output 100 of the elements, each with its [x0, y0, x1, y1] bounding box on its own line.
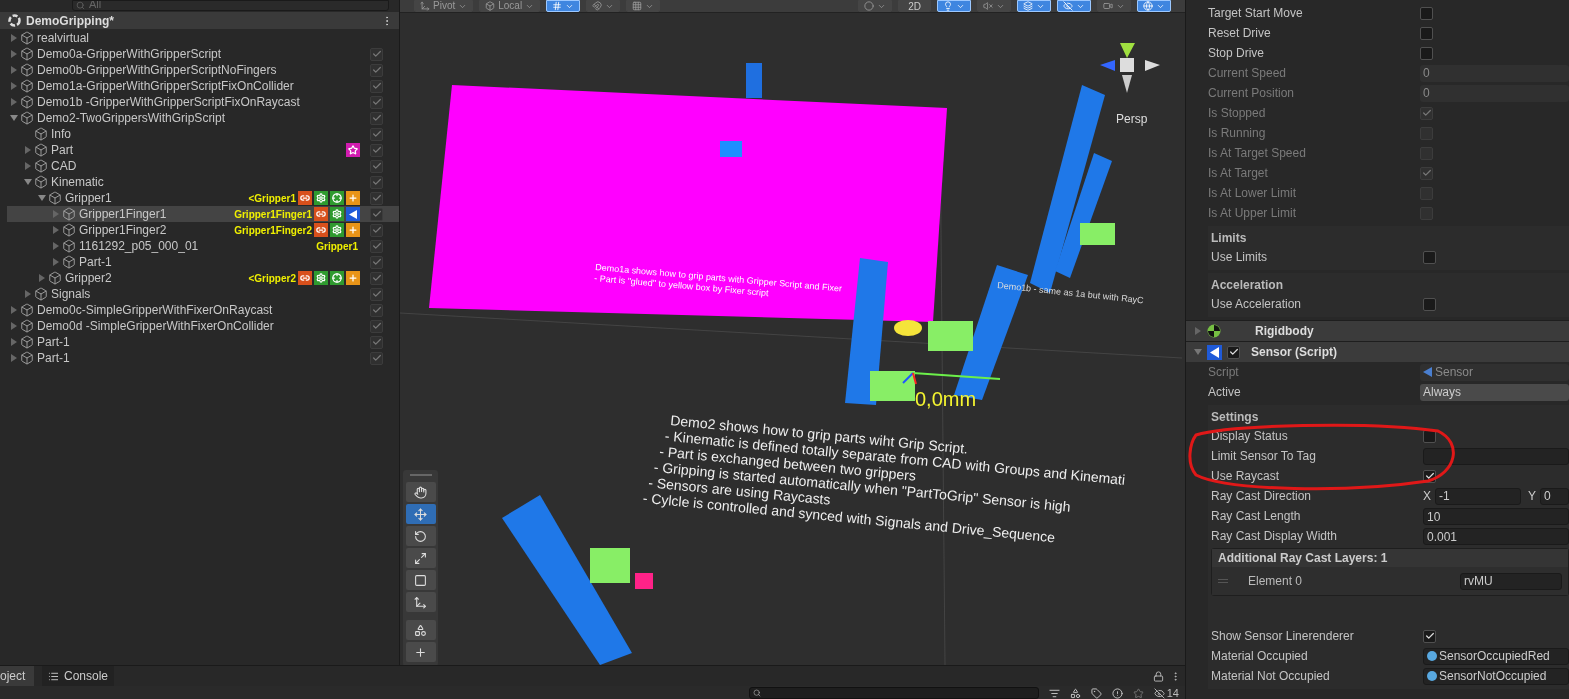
collapsed-arrow-icon[interactable]: [9, 82, 18, 90]
hierarchy-item[interactable]: Gripper1Finger2 Gripper1Finger2: [7, 222, 399, 238]
expanded-arrow-icon[interactable]: [9, 114, 18, 122]
value-field[interactable]: 0.001: [1423, 527, 1569, 545]
hierarchy-item[interactable]: Demo0b-GripperWithGripperScriptNoFingers: [7, 62, 399, 78]
tool-button[interactable]: [405, 548, 436, 568]
hierarchy-item[interactable]: Part: [7, 142, 399, 158]
panel-tab[interactable]: oject: [0, 666, 34, 686]
collapsed-arrow-icon[interactable]: [37, 274, 46, 282]
dropdown-field[interactable]: Always: [1420, 383, 1569, 401]
hierarchy-item[interactable]: Gripper1 <Gripper1: [7, 190, 399, 206]
axis-field[interactable]: 0: [1540, 487, 1569, 505]
hierarchy-item[interactable]: Part-1: [7, 334, 399, 350]
checkbox[interactable]: [1423, 250, 1436, 264]
toolbar-toggle[interactable]: [626, 0, 661, 12]
hierarchy-item[interactable]: Gripper1Finger1 Gripper1Finger1: [7, 206, 399, 222]
project-search-field[interactable]: [748, 687, 1039, 699]
active-checkbox[interactable]: [370, 111, 383, 125]
collapsed-arrow-icon[interactable]: [1194, 327, 1202, 335]
expanded-arrow-icon[interactable]: [1194, 348, 1202, 356]
collapsed-arrow-icon[interactable]: [9, 306, 18, 314]
tool-button[interactable]: [405, 570, 436, 590]
collapsed-arrow-icon[interactable]: [9, 98, 18, 106]
hierarchy-item[interactable]: Kinematic: [7, 174, 399, 190]
active-checkbox[interactable]: [370, 335, 383, 349]
active-checkbox[interactable]: [370, 95, 383, 109]
component-checkbox[interactable]: [1227, 345, 1240, 359]
checkbox[interactable]: [1423, 297, 1436, 311]
hierarchy-item[interactable]: realvirtual: [7, 30, 399, 46]
toolbar-toggle[interactable]: [1097, 0, 1131, 12]
collapsed-arrow-icon[interactable]: [51, 210, 60, 218]
favorite-icon[interactable]: [1132, 687, 1144, 699]
active-checkbox[interactable]: [370, 303, 383, 317]
toolbar-dropdown[interactable]: Pivot: [414, 0, 474, 12]
active-checkbox[interactable]: [370, 143, 383, 157]
2d-toggle[interactable]: 2D: [898, 0, 931, 12]
toolbar-dropdown[interactable]: Local: [479, 0, 541, 12]
active-checkbox[interactable]: [370, 239, 383, 253]
hierarchy-item[interactable]: Part-1: [7, 254, 399, 270]
checkbox[interactable]: [1420, 6, 1433, 20]
drag-handle-icon[interactable]: [1218, 579, 1228, 583]
alert-icon[interactable]: [1111, 687, 1123, 699]
active-checkbox[interactable]: [370, 159, 383, 173]
toolbar-toggle[interactable]: [858, 0, 893, 12]
checkbox[interactable]: [1420, 26, 1433, 40]
hierarchy-item[interactable]: Demo0a-GripperWithGripperScript: [7, 46, 399, 62]
expanded-arrow-icon[interactable]: [23, 178, 32, 186]
collapsed-arrow-icon[interactable]: [23, 146, 32, 154]
active-checkbox[interactable]: [370, 79, 383, 93]
collapsed-arrow-icon[interactable]: [51, 242, 60, 250]
filter-icon[interactable]: [1048, 687, 1060, 699]
collapsed-arrow-icon[interactable]: [9, 354, 18, 362]
active-checkbox[interactable]: [370, 319, 383, 333]
active-checkbox[interactable]: [370, 207, 383, 221]
hierarchy-item[interactable]: Info: [7, 126, 399, 142]
hierarchy-item[interactable]: CAD: [7, 158, 399, 174]
axis-field[interactable]: -1: [1435, 487, 1521, 505]
checkbox[interactable]: [1420, 46, 1433, 60]
collapsed-arrow-icon[interactable]: [9, 338, 18, 346]
collapsed-arrow-icon[interactable]: [9, 50, 18, 58]
lock-icon[interactable]: [1153, 670, 1164, 682]
component-header[interactable]: Sensor (Script): [1186, 341, 1569, 362]
tool-button[interactable]: [405, 482, 436, 502]
scene-header[interactable]: DemoGripping*: [0, 12, 399, 29]
active-checkbox[interactable]: [370, 47, 383, 61]
active-checkbox[interactable]: [370, 351, 383, 365]
active-checkbox[interactable]: [370, 223, 383, 237]
tool-button[interactable]: [405, 620, 436, 640]
tool-button[interactable]: [405, 592, 436, 612]
hierarchy-item[interactable]: Demo1a-GripperWithGripperScriptFixOnCollider: [7, 78, 399, 94]
expanded-arrow-icon[interactable]: [37, 194, 46, 202]
layer-field[interactable]: rvMU: [1460, 572, 1562, 590]
active-checkbox[interactable]: [370, 255, 383, 269]
tool-button[interactable]: [405, 504, 436, 524]
toolbar-toggle[interactable]: [586, 0, 621, 12]
value-field[interactable]: [1423, 447, 1569, 465]
hidden-count[interactable]: 14: [1153, 684, 1179, 699]
hierarchy-item[interactable]: Demo2-TwoGrippersWithGripScript: [7, 110, 399, 126]
hierarchy-item[interactable]: Gripper2 <Gripper2: [7, 270, 399, 286]
collapsed-arrow-icon[interactable]: [9, 322, 18, 330]
collapsed-arrow-icon[interactable]: [23, 162, 32, 170]
active-checkbox[interactable]: [370, 63, 383, 77]
panel-tab[interactable]: Console: [42, 666, 115, 686]
tool-button[interactable]: [405, 526, 436, 546]
label-icon[interactable]: [1090, 687, 1102, 699]
active-checkbox[interactable]: [370, 271, 383, 285]
hierarchy-item[interactable]: Demo0c-SimpleGripperWithFixerOnRaycast: [7, 302, 399, 318]
collapsed-arrow-icon[interactable]: [51, 226, 60, 234]
component-header[interactable]: Rigidbody: [1186, 320, 1569, 341]
hierarchy-item[interactable]: Part-1: [7, 350, 399, 366]
hierarchy-item[interactable]: Demo1b -GripperWithGripperScriptFixOnRaycast: [7, 94, 399, 110]
shapes-icon[interactable]: [1069, 687, 1081, 699]
value-field[interactable]: 10: [1423, 507, 1569, 525]
collapsed-arrow-icon[interactable]: [23, 290, 32, 298]
collapsed-arrow-icon[interactable]: [51, 258, 60, 266]
object-field[interactable]: SensorNotOccupied: [1423, 667, 1569, 685]
object-field[interactable]: SensorOccupiedRed: [1423, 647, 1569, 665]
active-checkbox[interactable]: [370, 287, 383, 301]
active-checkbox[interactable]: [370, 127, 383, 141]
tool-button[interactable]: [405, 642, 436, 662]
